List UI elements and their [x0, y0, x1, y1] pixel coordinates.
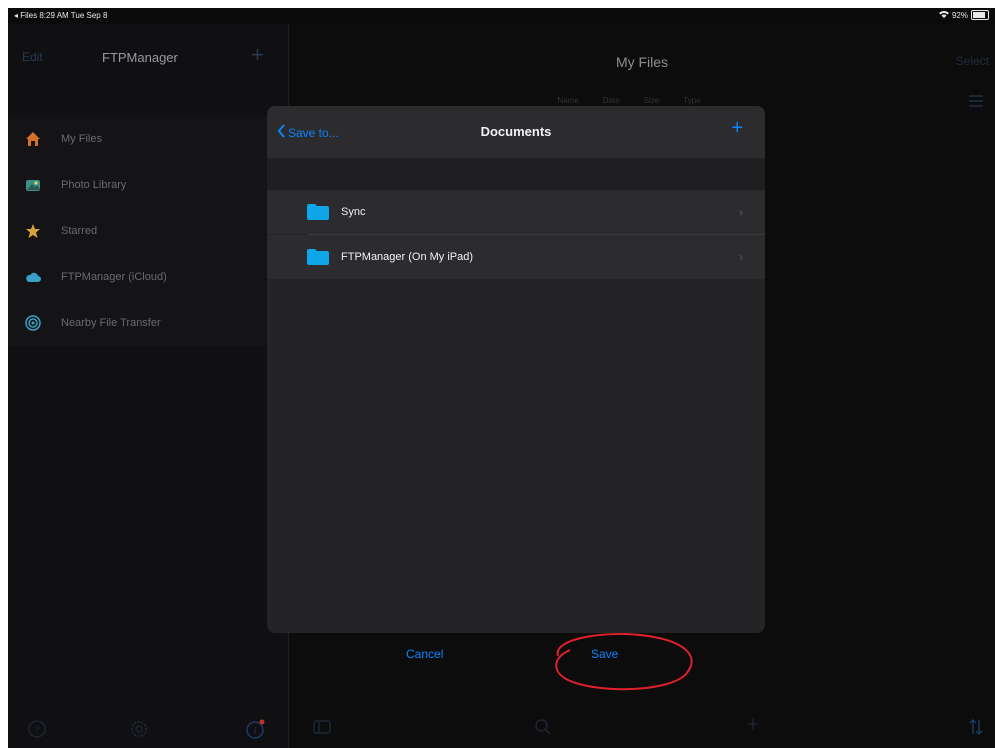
sidebar-item-label: Starred [61, 225, 98, 237]
star-icon [25, 223, 41, 239]
add-file-icon[interactable]: + [747, 714, 759, 737]
sort-option[interactable]: Type [683, 96, 700, 105]
settings-icon[interactable] [130, 720, 148, 743]
help-icon[interactable]: ? [28, 720, 46, 743]
sidebar-item-nearby-transfer[interactable]: Nearby File Transfer [8, 300, 288, 346]
screen: ◂ Files 8:29 AM Tue Sep 8 92% Edit FTPMa… [8, 8, 995, 748]
sidebar-toggle-icon[interactable] [313, 720, 331, 739]
sidebar-item-my-files[interactable]: My Files [8, 116, 288, 162]
sidebar-item-label: Nearby File Transfer [61, 317, 161, 329]
search-icon[interactable] [534, 718, 552, 741]
sidebar-item-starred[interactable]: Starred [8, 208, 288, 254]
page-title: My Files [615, 54, 669, 70]
annotation-circle [555, 633, 693, 691]
chevron-right-icon: › [739, 250, 743, 264]
sidebar-toolbar: ? i [8, 716, 288, 748]
main-toolbar: + [289, 714, 995, 748]
transfers-icon[interactable] [969, 718, 983, 741]
status-left: ◂ Files 8:29 AM Tue Sep 8 [14, 11, 108, 20]
battery-icon [971, 10, 989, 20]
edit-button[interactable]: Edit [22, 50, 43, 64]
status-right: 92% [938, 10, 989, 20]
sidebar-header: Edit FTPManager + [8, 24, 288, 76]
cancel-button[interactable]: Cancel [406, 647, 443, 661]
folder-row-ftpmanager[interactable]: FTPManager (On My iPad) › [267, 235, 765, 279]
folder-label: FTPManager (On My iPad) [341, 251, 474, 263]
svg-text:i: i [254, 726, 257, 737]
save-to-sheet: Save to... Documents + Sync › FTPManager… [267, 106, 765, 633]
sidebar-title: FTPManager [102, 50, 178, 65]
sidebar: Edit FTPManager + My Files Photo Library [8, 24, 289, 748]
sidebar-item-photo-library[interactable]: Photo Library [8, 162, 288, 208]
wireless-icon [25, 315, 41, 331]
sidebar-item-label: FTPManager (iCloud) [61, 271, 167, 283]
house-icon [25, 131, 41, 147]
sort-option[interactable]: Size [644, 96, 660, 105]
wifi-icon [938, 10, 949, 20]
cloud-icon [25, 269, 41, 285]
folder-icon [307, 204, 329, 220]
sidebar-list: My Files Photo Library Starred FTPManage… [8, 116, 288, 346]
photo-library-icon [25, 177, 41, 193]
sort-option[interactable]: Name [557, 96, 578, 105]
add-icon[interactable]: + [251, 42, 264, 68]
folder-row-sync[interactable]: Sync › [267, 190, 765, 234]
sheet-title: Documents [480, 124, 552, 139]
list-view-icon[interactable] [969, 94, 983, 112]
folder-label: Sync [341, 206, 366, 218]
sort-option[interactable]: Date [603, 96, 620, 105]
sidebar-item-label: Photo Library [61, 179, 127, 191]
chevron-right-icon: › [739, 205, 743, 219]
folder-icon [307, 249, 329, 265]
new-folder-icon[interactable]: + [731, 117, 743, 140]
sheet-spacer [267, 158, 765, 190]
status-bar: ◂ Files 8:29 AM Tue Sep 8 92% [8, 8, 995, 24]
sheet-header: Save to... Documents + [267, 106, 765, 158]
svg-text:?: ? [34, 725, 40, 736]
sidebar-item-icloud[interactable]: FTPManager (iCloud) [8, 254, 288, 300]
sidebar-item-label: My Files [61, 133, 102, 145]
info-icon[interactable]: i [246, 719, 266, 744]
battery-percent: 92% [951, 10, 968, 20]
select-button[interactable]: Select [956, 54, 989, 68]
